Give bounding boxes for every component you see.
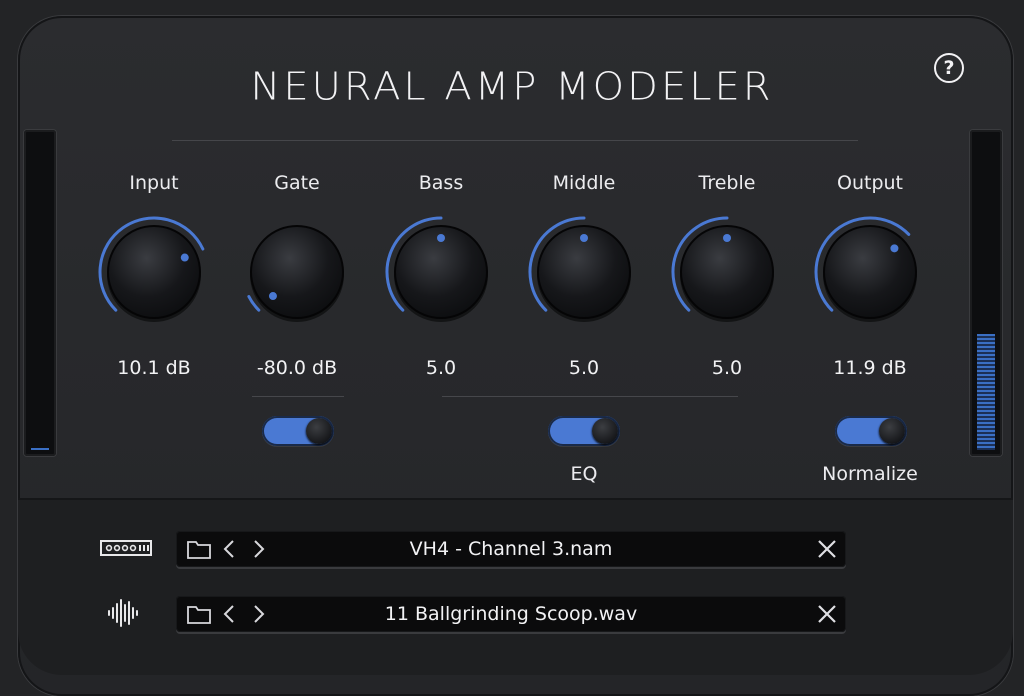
treble-knob[interactable] (667, 212, 787, 332)
bass-knob[interactable] (381, 212, 501, 332)
bass-knob-indicator (437, 234, 445, 242)
eq-label: EQ (570, 463, 598, 485)
input-knob-indicator (180, 253, 189, 262)
input-value: 10.1 dB (117, 357, 191, 379)
gate-divider (252, 396, 344, 397)
output-knob-label: Output (837, 172, 903, 194)
loader-bar (18, 498, 1013, 675)
output-meter-fill (977, 333, 995, 450)
eq-divider (442, 396, 738, 397)
middle-knob[interactable] (524, 212, 644, 332)
output-knob-indicator (890, 244, 899, 253)
help-button[interactable]: ? (934, 53, 964, 83)
input-knob-label: Input (129, 172, 179, 194)
amp-model-icon (100, 540, 152, 560)
normalize-toggle-thumb (879, 418, 905, 444)
middle-knob-indicator (580, 234, 588, 242)
model-file-row[interactable]: VH4 - Channel 3.nam (176, 531, 846, 567)
clear-ir-close-icon[interactable] (816, 602, 838, 626)
gate-toggle[interactable] (262, 416, 334, 446)
input-knob-body (107, 225, 201, 319)
output-knob-body (823, 225, 917, 319)
gate-toggle-thumb (306, 418, 332, 444)
clear-model-close-icon[interactable] (816, 537, 838, 561)
waveform-icon (106, 598, 142, 632)
output-knob[interactable] (810, 212, 930, 332)
gate-knob-body (250, 225, 344, 319)
eq-toggle-thumb (592, 418, 618, 444)
gate-knob[interactable] (237, 212, 357, 332)
treble-value: 5.0 (711, 357, 743, 379)
output-value: 11.9 dB (833, 357, 907, 379)
input-knob[interactable] (94, 212, 214, 332)
gate-knob-indicator (268, 292, 277, 301)
normalize-toggle[interactable] (835, 416, 907, 446)
normalize-label: Normalize (822, 463, 918, 485)
middle-value: 5.0 (568, 357, 600, 379)
ir-file-name: 11 Ballgrinding Scoop.wav (384, 603, 638, 625)
app-title: NEURAL AMP MODELER (250, 65, 774, 109)
gate-value: -80.0 dB (256, 357, 338, 379)
model-file-name: VH4 - Channel 3.nam (409, 538, 613, 560)
treble-knob-label: Treble (698, 172, 756, 194)
title-divider (172, 140, 858, 141)
input-meter (24, 130, 56, 456)
gate-knob-label: Gate (274, 172, 320, 194)
output-meter (970, 130, 1002, 456)
ir-file-row[interactable]: 11 Ballgrinding Scoop.wav (176, 596, 846, 632)
input-meter-fill (31, 448, 49, 450)
treble-knob-indicator (723, 234, 731, 242)
eq-toggle[interactable] (548, 416, 620, 446)
bass-knob-label: Bass (418, 172, 464, 194)
middle-knob-label: Middle (552, 172, 616, 194)
bass-value: 5.0 (425, 357, 457, 379)
